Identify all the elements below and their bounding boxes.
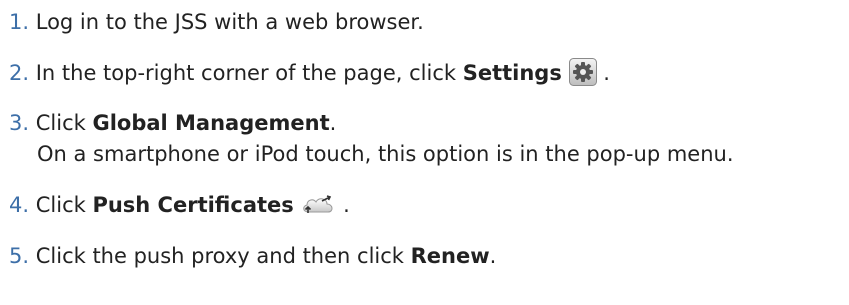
step-text-end: . bbox=[329, 111, 337, 135]
push-certificates-label: Push Certificates bbox=[92, 193, 294, 217]
step-5: 5. Click the push proxy and then click R… bbox=[9, 240, 496, 272]
step-text: Click the push proxy and then click bbox=[35, 244, 411, 268]
step-number: 2. bbox=[9, 61, 30, 85]
step-text-end: . bbox=[336, 193, 350, 217]
step-text: Log in to the JSS with a web browser. bbox=[35, 10, 424, 34]
step-3: 3. Click Global Management. bbox=[9, 107, 336, 139]
step-2: 2. In the top-right corner of the page, … bbox=[9, 57, 610, 95]
cloud-icon bbox=[300, 194, 336, 227]
step-number: 5. bbox=[9, 244, 30, 268]
step-1: 1. Log in to the JSS with a web browser. bbox=[9, 6, 424, 38]
step-text-end: . bbox=[596, 61, 610, 85]
step-text: Click bbox=[35, 193, 93, 217]
step-text-end: . bbox=[489, 244, 497, 268]
step-number: 3. bbox=[9, 111, 30, 135]
step-3-note: On a smartphone or iPod touch, this opti… bbox=[37, 142, 734, 166]
step-number: 1. bbox=[9, 10, 30, 34]
step-number: 4. bbox=[9, 193, 30, 217]
global-management-label: Global Management bbox=[92, 111, 330, 135]
renew-label: Renew bbox=[410, 244, 490, 268]
step-text: In the top-right corner of the page, cli… bbox=[35, 61, 463, 85]
instruction-steps: 1. Log in to the JSS with a web browser.… bbox=[0, 0, 849, 305]
settings-label: Settings bbox=[462, 61, 562, 85]
gear-icon bbox=[568, 58, 597, 95]
step-text: Click bbox=[35, 111, 93, 135]
step-4: 4. Click Push Certificates . bbox=[9, 189, 350, 227]
